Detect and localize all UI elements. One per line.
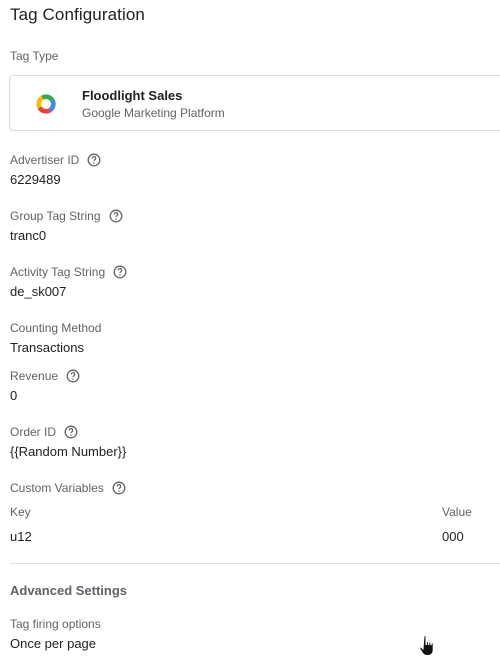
group-tag-string-label: Group Tag String bbox=[10, 209, 101, 223]
custom-variables-value-header: Value bbox=[442, 505, 472, 519]
activity-tag-string-field: Activity Tag String de_sk007 bbox=[10, 264, 127, 300]
tag-firing-options-field: Tag firing options Once per page bbox=[10, 616, 101, 652]
help-icon[interactable] bbox=[113, 265, 127, 279]
tag-configuration-panel: Tag Configuration Tag Type Floodlight Sa… bbox=[0, 0, 500, 659]
page-title: Tag Configuration bbox=[10, 5, 145, 24]
advanced-settings-toggle[interactable]: Advanced Settings bbox=[10, 583, 127, 598]
counting-method-label: Counting Method bbox=[10, 321, 102, 335]
help-icon[interactable] bbox=[112, 481, 126, 495]
help-icon[interactable] bbox=[64, 425, 78, 439]
activity-tag-string-label: Activity Tag String bbox=[10, 265, 106, 279]
order-id-value: {{Random Number}} bbox=[10, 444, 127, 459]
help-icon[interactable] bbox=[109, 209, 123, 223]
activity-tag-string-value: de_sk007 bbox=[10, 284, 67, 299]
section-divider bbox=[10, 563, 500, 564]
tag-type-name: Floodlight Sales bbox=[82, 88, 183, 103]
tag-type-label: Tag Type bbox=[10, 49, 59, 63]
revenue-label: Revenue bbox=[10, 369, 59, 383]
custom-variables-field: Custom Variables bbox=[10, 480, 126, 496]
custom-variables-key-header: Key bbox=[10, 505, 31, 519]
group-tag-string-field: Group Tag String tranc0 bbox=[10, 208, 123, 244]
help-icon[interactable] bbox=[87, 153, 101, 167]
custom-variable-key: u12 bbox=[10, 529, 32, 544]
revenue-field: Revenue 0 bbox=[10, 368, 80, 404]
group-tag-string-value: tranc0 bbox=[10, 228, 47, 243]
custom-variable-value: 000 bbox=[442, 529, 464, 544]
tag-type-card[interactable]: Floodlight Sales Google Marketing Platfo… bbox=[9, 75, 500, 131]
google-marketing-platform-icon bbox=[36, 94, 56, 114]
revenue-value: 0 bbox=[10, 388, 18, 403]
order-id-label: Order ID bbox=[10, 425, 57, 439]
counting-method-value: Transactions bbox=[10, 340, 84, 355]
advertiser-id-value: 6229489 bbox=[10, 172, 61, 187]
tag-firing-options-value: Once per page bbox=[10, 636, 97, 651]
hand-cursor-icon bbox=[419, 635, 434, 656]
counting-method-field: Counting Method Transactions bbox=[10, 320, 101, 356]
tag-type-vendor: Google Marketing Platform bbox=[82, 106, 225, 120]
advertiser-id-label: Advertiser ID bbox=[10, 153, 80, 167]
tag-firing-options-label: Tag firing options bbox=[10, 617, 101, 631]
order-id-field: Order ID {{Random Number}} bbox=[10, 424, 126, 460]
advertiser-id-field: Advertiser ID 6229489 bbox=[10, 152, 101, 188]
custom-variables-label: Custom Variables bbox=[10, 481, 104, 495]
help-icon[interactable] bbox=[66, 369, 80, 383]
